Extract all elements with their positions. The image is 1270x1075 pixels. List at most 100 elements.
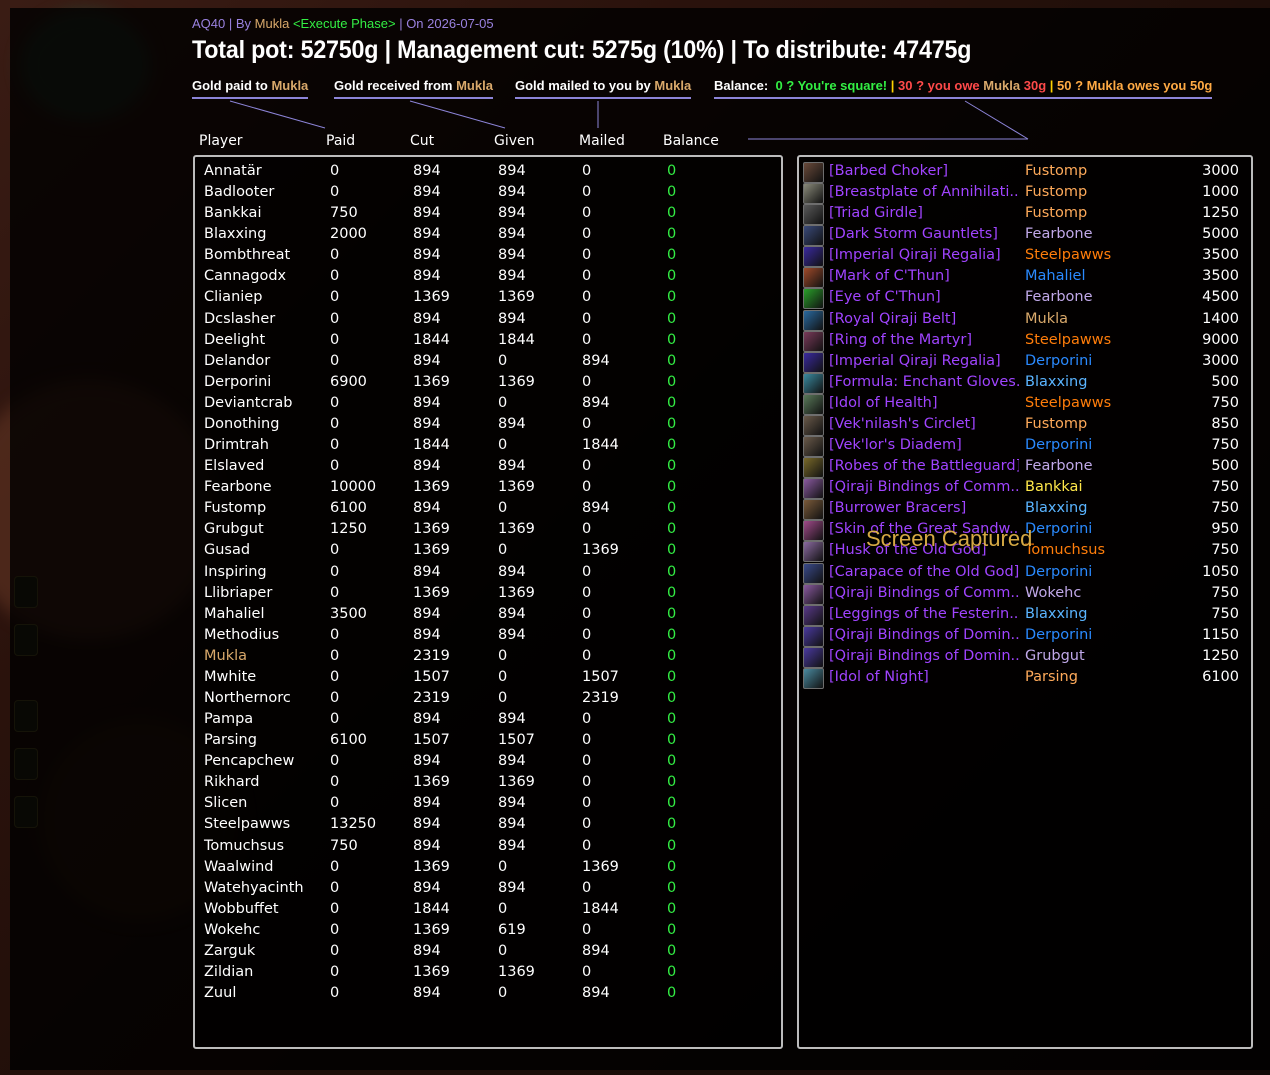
player-row[interactable]: Zildian 0 1369 1369 0 0 bbox=[195, 962, 775, 983]
player-row[interactable]: Bankkai 750 894 894 0 0 bbox=[195, 203, 775, 224]
mark-icon[interactable] bbox=[803, 267, 824, 289]
item-link[interactable]: [Ring of the Martyr] bbox=[829, 330, 1019, 351]
player-row[interactable]: Donothing 0 894 894 0 0 bbox=[195, 414, 775, 435]
item-link[interactable]: [Qiraji Bindings of Domin... bbox=[829, 646, 1019, 667]
item-link[interactable]: [Imperial Qiraji Regalia] bbox=[829, 351, 1019, 372]
item-link[interactable]: [Idol of Health] bbox=[829, 393, 1019, 414]
player-row[interactable]: Steelpawws 13250 894 894 0 0 bbox=[195, 814, 775, 835]
player-row[interactable]: Mahaliel 3500 894 894 0 0 bbox=[195, 604, 775, 625]
item-link[interactable]: [Qiraji Bindings of Comm... bbox=[829, 583, 1019, 604]
belt-icon[interactable] bbox=[803, 204, 824, 226]
loot-row[interactable]: [Qiraji Bindings of Comm... Wokehc 750 bbox=[799, 583, 1249, 605]
item-link[interactable]: [Formula: Enchant Gloves... bbox=[829, 372, 1019, 393]
loot-row[interactable]: [Formula: Enchant Gloves... Blaxxing 500 bbox=[799, 372, 1249, 394]
bracers-icon[interactable] bbox=[803, 499, 824, 521]
bindings-icon[interactable] bbox=[803, 625, 824, 647]
item-link[interactable]: [Qiraji Bindings of Comm... bbox=[829, 477, 1019, 498]
player-row[interactable]: Tomuchsus 750 894 894 0 0 bbox=[195, 836, 775, 857]
player-row[interactable]: Northernorc 0 2319 0 2319 0 bbox=[195, 688, 775, 709]
player-row[interactable]: Waalwind 0 1369 0 1369 0 bbox=[195, 857, 775, 878]
loot-row[interactable]: [Vek'lor's Diadem] Derporini 750 bbox=[799, 435, 1249, 458]
loot-row[interactable]: [Ring of the Martyr] Steelpawws 9000 bbox=[799, 330, 1249, 352]
player-row[interactable]: Zuul 0 894 0 894 0 bbox=[195, 983, 775, 1004]
item-link[interactable]: [Burrower Bracers] bbox=[829, 498, 1019, 519]
player-row[interactable]: Pampa 0 894 894 0 0 bbox=[195, 709, 775, 730]
player-row[interactable]: Inspiring 0 894 894 0 0 bbox=[195, 562, 775, 583]
regalia-icon[interactable] bbox=[803, 351, 824, 373]
bindings-icon[interactable] bbox=[803, 583, 824, 605]
husk-icon[interactable] bbox=[803, 541, 824, 563]
item-link[interactable]: [Royal Qiraji Belt] bbox=[829, 309, 1019, 330]
item-link[interactable]: [Leggings of the Festerin... bbox=[829, 604, 1019, 625]
player-row[interactable]: Pencapchew 0 894 894 0 0 bbox=[195, 751, 775, 772]
regalia-icon[interactable] bbox=[803, 246, 824, 268]
loot-row[interactable]: [Barbed Choker] Fustomp 3000 bbox=[799, 161, 1249, 183]
loot-row[interactable]: [Triad Girdle] Fustomp 1250 bbox=[799, 203, 1249, 226]
loot-row[interactable]: [Carapace of the Old God] Derporini 1050 bbox=[799, 562, 1249, 584]
gauntlets-icon[interactable] bbox=[803, 225, 824, 247]
loot-row[interactable]: [Idol of Night] Parsing 6100 bbox=[799, 667, 1249, 689]
ring-icon[interactable] bbox=[803, 330, 824, 352]
player-row[interactable]: Annatär 0 894 894 0 0 bbox=[195, 161, 775, 182]
idol-icon[interactable] bbox=[803, 393, 824, 415]
column-header-cut[interactable]: Cut bbox=[410, 133, 434, 149]
item-link[interactable]: [Barbed Choker] bbox=[829, 161, 1019, 182]
item-link[interactable]: [Qiraji Bindings of Domin... bbox=[829, 625, 1019, 646]
item-link[interactable]: [Vek'nilash's Circlet] bbox=[829, 414, 1019, 435]
player-row[interactable]: Watehyacinth 0 894 894 0 0 bbox=[195, 878, 775, 899]
loot-row[interactable]: [Dark Storm Gauntlets] Fearbone 5000 bbox=[799, 224, 1249, 247]
item-link[interactable]: [Mark of C'Thun] bbox=[829, 266, 1019, 287]
player-row[interactable]: Grubgut 1250 1369 1369 0 0 bbox=[195, 519, 775, 540]
player-row[interactable]: Fearbone 10000 1369 1369 0 0 bbox=[195, 477, 775, 498]
loot-row[interactable]: [Imperial Qiraji Regalia] Derporini 3000 bbox=[799, 351, 1249, 373]
carapace-icon[interactable] bbox=[803, 562, 824, 584]
diadem-icon[interactable] bbox=[803, 436, 824, 458]
loot-row[interactable]: [Robes of the Battleguard] Fearbone 500 bbox=[799, 456, 1249, 479]
leggings-icon[interactable] bbox=[803, 604, 824, 626]
player-row[interactable]: Clianiep 0 1369 1369 0 0 bbox=[195, 287, 775, 308]
idol-icon[interactable] bbox=[803, 667, 824, 689]
circlet-icon[interactable] bbox=[803, 414, 824, 436]
player-row[interactable]: Wobbuffet 0 1844 0 1844 0 bbox=[195, 899, 775, 920]
player-row[interactable]: Gusad 0 1369 0 1369 0 bbox=[195, 540, 775, 561]
loot-row[interactable]: [Vek'nilash's Circlet] Fustomp 850 bbox=[799, 414, 1249, 436]
belt-icon[interactable] bbox=[803, 309, 824, 331]
eye-icon[interactable] bbox=[803, 288, 824, 310]
item-link[interactable]: [Triad Girdle] bbox=[829, 203, 1019, 224]
bindings-icon[interactable] bbox=[803, 478, 824, 500]
item-link[interactable]: [Idol of Night] bbox=[829, 667, 1019, 688]
player-row[interactable]: Llibriaper 0 1369 1369 0 0 bbox=[195, 583, 775, 604]
skin-icon[interactable] bbox=[803, 520, 824, 542]
column-header-paid[interactable]: Paid bbox=[326, 133, 355, 149]
player-row[interactable]: Slicen 0 894 894 0 0 bbox=[195, 793, 775, 814]
player-row[interactable]: Blaxxing 2000 894 894 0 0 bbox=[195, 224, 775, 245]
column-header-mailed[interactable]: Mailed bbox=[579, 133, 625, 149]
loot-row[interactable]: [Eye of C'Thun] Fearbone 4500 bbox=[799, 287, 1249, 310]
player-row[interactable]: Rikhard 0 1369 1369 0 0 bbox=[195, 772, 775, 793]
loot-row[interactable]: [Burrower Bracers] Blaxxing 750 bbox=[799, 498, 1249, 521]
player-row[interactable]: Cannagodx 0 894 894 0 0 bbox=[195, 266, 775, 287]
loot-row[interactable]: [Idol of Health] Steelpawws 750 bbox=[799, 393, 1249, 415]
player-row[interactable]: Bombthreat 0 894 894 0 0 bbox=[195, 245, 775, 266]
column-header-balance[interactable]: Balance bbox=[663, 133, 719, 149]
column-header-given[interactable]: Given bbox=[494, 133, 535, 149]
player-row[interactable]: Delandor 0 894 0 894 0 bbox=[195, 351, 775, 372]
loot-row[interactable]: [Royal Qiraji Belt] Mukla 1400 bbox=[799, 309, 1249, 331]
column-header-player[interactable]: Player bbox=[199, 133, 243, 149]
player-row[interactable]: Parsing 6100 1507 1507 0 0 bbox=[195, 730, 775, 751]
item-link[interactable]: [Robes of the Battleguard] bbox=[829, 456, 1019, 477]
player-row[interactable]: Dcslasher 0 894 894 0 0 bbox=[195, 309, 775, 330]
player-row[interactable]: Zarguk 0 894 0 894 0 bbox=[195, 941, 775, 962]
player-row[interactable]: Mwhite 0 1507 0 1507 0 bbox=[195, 667, 775, 688]
item-link[interactable]: [Dark Storm Gauntlets] bbox=[829, 224, 1019, 245]
breastplate-icon[interactable] bbox=[803, 183, 824, 205]
player-row[interactable]: Deviantcrab 0 894 0 894 0 bbox=[195, 393, 775, 414]
player-row[interactable]: Wokehc 0 1369 619 0 0 bbox=[195, 920, 775, 941]
player-row[interactable]: Mukla 0 2319 0 0 0 bbox=[195, 646, 775, 667]
necklace-icon[interactable] bbox=[803, 162, 824, 183]
loot-row[interactable]: [Breastplate of Annihilati... Fustomp 1000 bbox=[799, 182, 1249, 205]
item-link[interactable]: [Breastplate of Annihilati... bbox=[829, 182, 1019, 203]
player-row[interactable]: Derporini 6900 1369 1369 0 0 bbox=[195, 372, 775, 393]
player-row[interactable]: Methodius 0 894 894 0 0 bbox=[195, 625, 775, 646]
scroll-icon[interactable] bbox=[803, 372, 824, 394]
